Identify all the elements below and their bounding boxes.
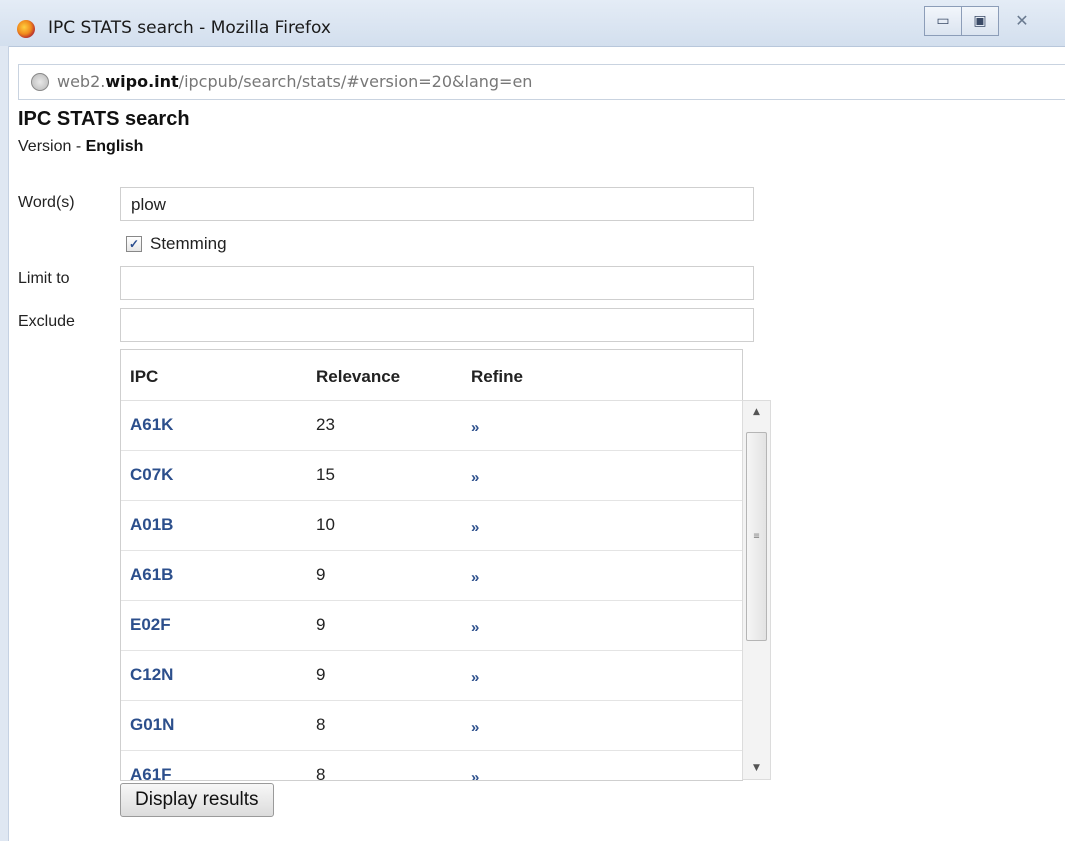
results-scrollbar[interactable]: ▲ ≡ ▼	[742, 400, 771, 780]
words-input[interactable]: plow	[120, 187, 754, 221]
table-row: C07K 15 »	[121, 451, 742, 501]
header-relevance[interactable]: Relevance	[316, 367, 400, 387]
table-row: A61K 23 »	[121, 401, 742, 451]
limit-to-label: Limit to	[18, 270, 70, 287]
display-results-button[interactable]: Display results	[120, 783, 274, 817]
relevance-value: 10	[316, 515, 335, 534]
window-titlebar: IPC STATS search - Mozilla Firefox ▭ ▣ ✕	[0, 0, 1065, 47]
url-text: web2.wipo.int/ipcpub/search/stats/#versi…	[57, 72, 533, 91]
exclude-input[interactable]	[120, 308, 754, 342]
ipc-link[interactable]: A01B	[130, 515, 173, 535]
exclude-label: Exclude	[18, 313, 75, 330]
globe-icon	[31, 73, 49, 91]
refine-link[interactable]: »	[471, 569, 479, 586]
stemming-option[interactable]: ✓ Stemming	[126, 234, 227, 254]
window-left-border	[0, 46, 9, 841]
ipc-link[interactable]: A61F	[130, 765, 172, 780]
ipc-link[interactable]: A61K	[130, 415, 173, 435]
stemming-label: Stemming	[150, 234, 227, 253]
table-row: C12N 9 »	[121, 651, 742, 701]
refine-link[interactable]: »	[471, 619, 479, 636]
page-title: IPC STATS search	[18, 108, 190, 130]
refine-link[interactable]: »	[471, 519, 479, 536]
relevance-value: 8	[316, 765, 326, 781]
limit-to-input[interactable]	[120, 266, 754, 300]
stemming-checkbox[interactable]: ✓	[126, 236, 142, 252]
results-table: IPC Relevance Refine A61K 23 » C07K 15 »…	[120, 349, 743, 781]
firefox-icon	[17, 20, 35, 38]
scroll-down-icon[interactable]: ▼	[743, 757, 770, 779]
table-row: E02F 9 »	[121, 601, 742, 651]
table-row: A61F 8 »	[121, 751, 742, 781]
ipc-link[interactable]: A61B	[130, 565, 173, 585]
relevance-value: 8	[316, 715, 326, 734]
scroll-up-icon[interactable]: ▲	[743, 401, 770, 423]
window-title: IPC STATS search - Mozilla Firefox	[48, 18, 331, 38]
relevance-value: 9	[316, 565, 326, 584]
refine-link[interactable]: »	[471, 419, 479, 436]
ipc-link[interactable]: G01N	[130, 715, 174, 735]
relevance-value: 23	[316, 415, 335, 434]
close-button[interactable]: ✕	[999, 6, 1045, 34]
maximize-button[interactable]: ▣	[962, 6, 999, 36]
header-ipc[interactable]: IPC	[130, 367, 158, 387]
table-row: G01N 8 »	[121, 701, 742, 751]
address-bar[interactable]: web2.wipo.int/ipcpub/search/stats/#versi…	[18, 64, 1065, 100]
ipc-link[interactable]: C07K	[130, 465, 173, 485]
header-refine: Refine	[471, 367, 523, 386]
version-label: Version -	[18, 138, 86, 155]
relevance-value: 15	[316, 465, 335, 484]
relevance-value: 9	[316, 665, 326, 684]
refine-link[interactable]: »	[471, 719, 479, 736]
table-row: A01B 10 »	[121, 501, 742, 551]
refine-link[interactable]: »	[471, 669, 479, 686]
relevance-value: 9	[316, 615, 326, 634]
table-row: A61B 9 »	[121, 551, 742, 601]
scrollbar-thumb[interactable]: ≡	[746, 432, 767, 641]
version-line: Version - English	[18, 138, 143, 156]
ipc-link[interactable]: C12N	[130, 665, 173, 685]
minimize-button[interactable]: ▭	[924, 6, 962, 36]
ipc-link[interactable]: E02F	[130, 615, 171, 635]
refine-link[interactable]: »	[471, 769, 479, 780]
version-language[interactable]: English	[86, 138, 144, 155]
refine-link[interactable]: »	[471, 469, 479, 486]
results-header: IPC Relevance Refine	[121, 350, 742, 401]
window-controls: ▭ ▣ ✕	[924, 6, 1045, 36]
words-label: Word(s)	[18, 194, 75, 211]
